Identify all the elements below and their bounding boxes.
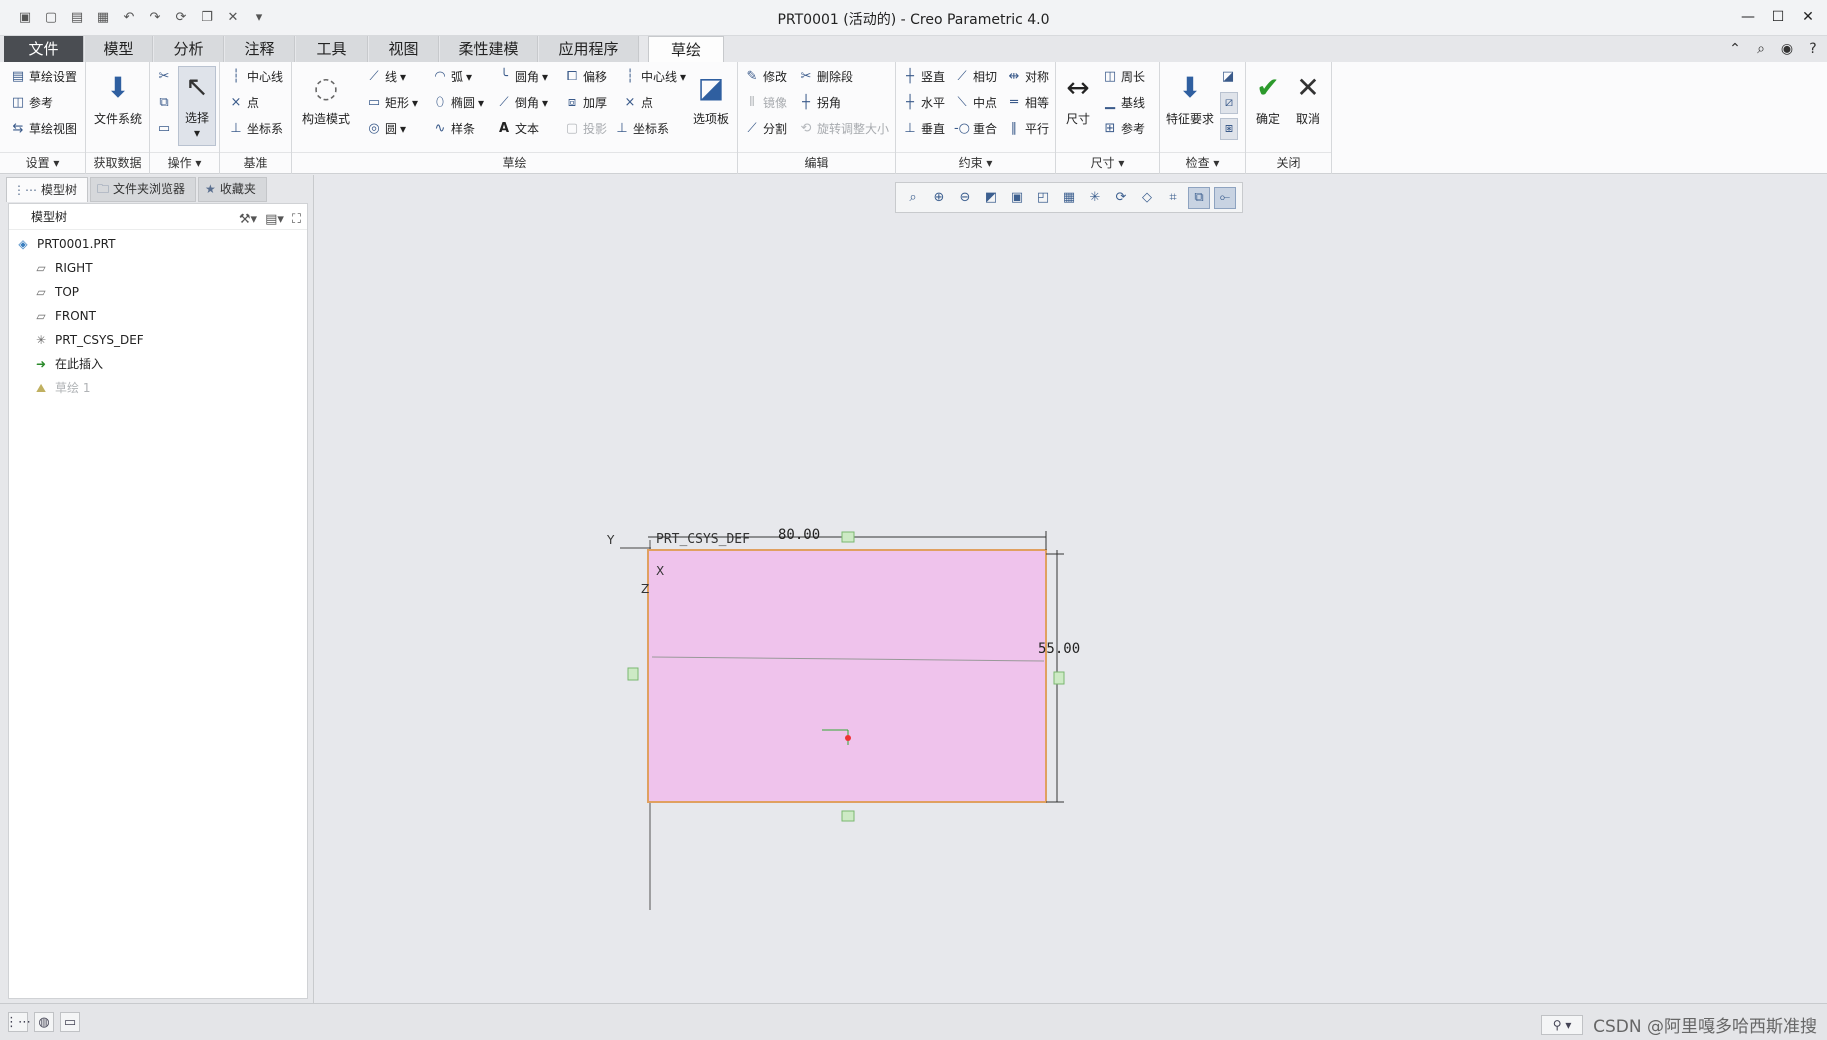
selection-filter-icon[interactable]: ⚲ ▾ bbox=[1541, 1014, 1584, 1035]
horizontal-constraint-marker-top[interactable] bbox=[841, 531, 855, 543]
width-dimension[interactable]: 80.00 bbox=[778, 527, 820, 543]
sketch-rectangle[interactable] bbox=[647, 549, 1047, 803]
x-axis-label: X bbox=[656, 564, 665, 578]
status-left-tools: ⋮⋯ ◍ ▭ bbox=[5, 1012, 80, 1032]
origin-point bbox=[845, 735, 851, 741]
watermark-text: CSDN @阿里嘎多哈西斯准搜 bbox=[1593, 1017, 1817, 1037]
vertical-constraint-marker-right[interactable] bbox=[1053, 671, 1065, 685]
z-axis-label: Z bbox=[641, 582, 650, 596]
csys-label: PRT_CSYS_DEF bbox=[656, 532, 750, 547]
height-dimension[interactable]: 55.00 bbox=[1038, 641, 1080, 657]
full-screen-icon[interactable]: ▭ bbox=[60, 1012, 80, 1032]
horizontal-constraint-marker-bottom[interactable] bbox=[841, 810, 855, 822]
vertical-constraint-marker-left[interactable] bbox=[627, 667, 639, 681]
status-right: ⚲ ▾ CSDN @阿里嘎多哈西斯准搜 bbox=[1541, 1012, 1817, 1037]
y-axis-label: Y bbox=[607, 533, 615, 547]
show-navigator-icon[interactable]: ⋮⋯ bbox=[5, 1012, 31, 1032]
sketch-geometry bbox=[620, 531, 1065, 910]
status-bar: ⋮⋯ ◍ ▭ ⚲ ▾ CSDN @阿里嘎多哈西斯准搜 bbox=[0, 1003, 1827, 1040]
show-browser-icon[interactable]: ◍ bbox=[34, 1012, 54, 1032]
